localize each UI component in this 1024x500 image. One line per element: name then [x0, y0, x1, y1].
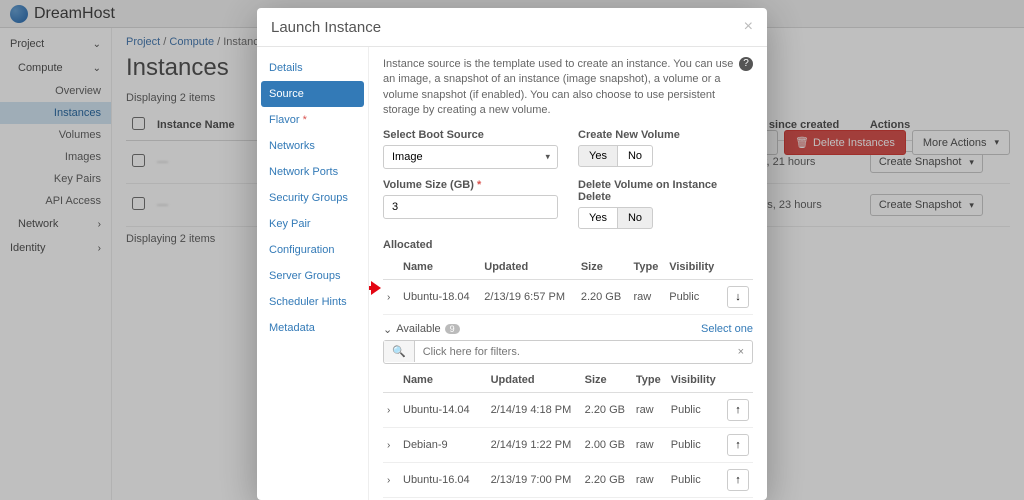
- delete-volume-yes[interactable]: Yes: [578, 207, 618, 229]
- remove-button[interactable]: ↓: [727, 286, 749, 308]
- available-row: › Debian-92/14/19 1:22 PM2.00 GBrawPublic…: [383, 427, 753, 462]
- cell: Public: [665, 279, 723, 314]
- col-updated: Updated: [480, 255, 577, 280]
- source-description: Instance source is the template used to …: [383, 57, 753, 119]
- cell-vis: Public: [667, 462, 723, 497]
- available-table: Name Updated Size Type Visibility › Ubunt…: [383, 368, 753, 500]
- add-button[interactable]: ↑: [727, 469, 749, 491]
- cell-updated: 2/14/19 4:18 PM: [487, 392, 581, 427]
- search-icon: 🔍: [384, 341, 415, 362]
- col-name: Name: [399, 255, 480, 280]
- modal-title: Launch Instance: [271, 19, 381, 36]
- cell-type: raw: [632, 427, 667, 462]
- cell-type: raw: [632, 392, 667, 427]
- cell-name: Ubuntu-16.04: [399, 462, 487, 497]
- modal-nav-security-groups[interactable]: Security Groups: [257, 185, 368, 211]
- modal-nav: DetailsSourceFlavor *NetworksNetwork Por…: [257, 47, 369, 500]
- create-volume-yes[interactable]: Yes: [578, 145, 618, 167]
- cell-size: 2.20 GB: [581, 392, 632, 427]
- annotation-arrow: [369, 281, 381, 295]
- modal-nav-networks[interactable]: Networks: [257, 133, 368, 159]
- chevron-down-icon: ⌄: [383, 323, 392, 336]
- create-volume-toggle: Yes No: [578, 145, 753, 167]
- modal-nav-network-ports[interactable]: Network Ports: [257, 159, 368, 185]
- modal-nav-flavor[interactable]: Flavor *: [257, 107, 368, 133]
- cell: 2.20 GB: [577, 279, 630, 314]
- chevron-right-icon[interactable]: ›: [387, 440, 390, 451]
- boot-source-label: Select Boot Source: [383, 129, 558, 141]
- cell-vis: Public: [667, 392, 723, 427]
- modal-nav-key-pair[interactable]: Key Pair: [257, 211, 368, 237]
- cell-size: 2.00 GB: [581, 427, 632, 462]
- cell-name: Ubuntu-14.04: [399, 392, 487, 427]
- modal-nav-server-groups[interactable]: Server Groups: [257, 263, 368, 289]
- col-type: Type: [632, 368, 667, 393]
- close-icon[interactable]: ×: [744, 18, 753, 36]
- chevron-right-icon[interactable]: ›: [387, 292, 390, 303]
- col-visibility: Visibility: [667, 368, 723, 393]
- volume-size-label: Volume Size (GB) *: [383, 179, 558, 191]
- col-visibility: Visibility: [665, 255, 723, 280]
- chevron-right-icon[interactable]: ›: [387, 405, 390, 416]
- delete-volume-label: Delete Volume on Instance Delete: [578, 179, 753, 203]
- cell-updated: 2/14/19 1:22 PM: [487, 427, 581, 462]
- modal-nav-source[interactable]: Source: [261, 81, 364, 107]
- col-updated: Updated: [487, 368, 581, 393]
- allocated-row: › Ubuntu-18.042/13/19 6:57 PM2.20 GBrawPu…: [383, 279, 753, 314]
- modal-nav-scheduler-hints[interactable]: Scheduler Hints: [257, 289, 368, 315]
- add-button[interactable]: ↑: [727, 399, 749, 421]
- available-row: › Ubuntu-14.042/14/19 4:18 PM2.20 GBrawPu…: [383, 392, 753, 427]
- col-size: Size: [577, 255, 630, 280]
- filter-input[interactable]: [415, 341, 730, 363]
- chevron-right-icon[interactable]: ›: [387, 475, 390, 486]
- delete-volume-toggle: Yes No: [578, 207, 753, 229]
- select-one-link[interactable]: Select one: [701, 323, 753, 335]
- col-type: Type: [629, 255, 665, 280]
- boot-source-select[interactable]: Image: [383, 145, 558, 169]
- allocated-label: Allocated: [383, 239, 753, 251]
- cell-type: raw: [632, 462, 667, 497]
- modal-nav-details[interactable]: Details: [257, 55, 368, 81]
- cell-name: Debian-9: [399, 427, 487, 462]
- volume-size-input[interactable]: [383, 195, 558, 219]
- cell-vis: Public: [667, 427, 723, 462]
- available-row: › Ubuntu-16.042/13/19 7:00 PM2.20 GBrawPu…: [383, 462, 753, 497]
- cell-size: 2.20 GB: [581, 462, 632, 497]
- help-icon[interactable]: ?: [739, 57, 753, 71]
- clear-filter-icon[interactable]: ×: [730, 342, 752, 362]
- create-volume-label: Create New Volume: [578, 129, 753, 141]
- cell: 2/13/19 6:57 PM: [480, 279, 577, 314]
- available-count-badge: 9: [445, 324, 460, 334]
- cell: raw: [629, 279, 665, 314]
- available-label[interactable]: ⌄Available 9: [383, 323, 460, 336]
- allocated-table: Name Updated Size Type Visibility › Ubunt…: [383, 255, 753, 315]
- col-name: Name: [399, 368, 487, 393]
- cell: Ubuntu-18.04: [399, 279, 480, 314]
- create-volume-no[interactable]: No: [618, 145, 653, 167]
- modal-nav-metadata[interactable]: Metadata: [257, 315, 368, 341]
- add-button[interactable]: ↑: [727, 434, 749, 456]
- modal-nav-configuration[interactable]: Configuration: [257, 237, 368, 263]
- launch-instance-modal: Launch Instance × DetailsSourceFlavor *N…: [257, 8, 767, 500]
- delete-volume-no[interactable]: No: [618, 207, 653, 229]
- col-size: Size: [581, 368, 632, 393]
- modal-source-panel: Instance source is the template used to …: [369, 47, 767, 500]
- cell-updated: 2/13/19 7:00 PM: [487, 462, 581, 497]
- filter-bar: 🔍 ×: [383, 340, 753, 364]
